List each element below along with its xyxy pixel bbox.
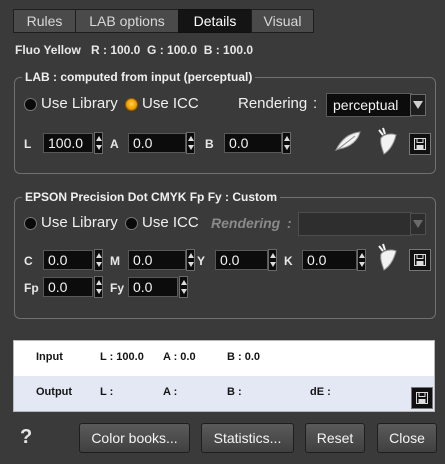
lab-rendering-select[interactable]: perceptual — [326, 93, 412, 117]
lab-b-label: B — [205, 137, 214, 151]
lab-use-icc-radio[interactable] — [125, 98, 138, 111]
cmyk-fp-label: Fp — [24, 281, 39, 295]
help-icon[interactable]: ? — [20, 426, 32, 449]
lab-rendering-colon: : — [313, 95, 318, 112]
output-row: Output L : A : B : dE : — [14, 376, 434, 411]
reset-button[interactable]: Reset — [305, 423, 365, 453]
feather-icon[interactable] — [333, 128, 363, 154]
cmyk-k-stepper[interactable] — [357, 249, 366, 271]
cmyk-group-title: EPSON Precision Dot CMYK Fp Fy : Custom — [22, 190, 281, 204]
lab-rendering-dropdown-button[interactable] — [410, 94, 426, 116]
cmyk-fp-stepper[interactable] — [94, 276, 103, 298]
cmyk-y-stepper[interactable] — [268, 249, 277, 271]
input-row: Input L : 100.0 A : 0.0 B : 0.0 — [14, 341, 434, 376]
cmyk-fy-input[interactable]: 0.0 — [128, 277, 178, 297]
lab-l-label: L — [24, 137, 32, 151]
cmyk-rendering-label: Rendering — [211, 215, 281, 231]
input-a-value: A : 0.0 — [163, 351, 196, 363]
cmyk-use-icc-radio[interactable] — [125, 217, 138, 230]
output-b-value: B : — [227, 386, 242, 398]
cmyk-k-label: K — [284, 254, 293, 268]
result-panel: Input L : 100.0 A : 0.0 B : 0.0 Output L… — [13, 340, 435, 412]
tab-details[interactable]: Details — [178, 9, 252, 33]
cmyk-y-label: Y — [197, 254, 206, 268]
lab-use-library-label: Use Library — [41, 95, 118, 112]
cmyk-m-label: M — [110, 254, 120, 268]
tab-visual[interactable]: Visual — [251, 9, 314, 33]
cmyk-rendering-select[interactable] — [298, 212, 412, 236]
lab-b-stepper[interactable] — [282, 132, 291, 154]
lab-rendering-label: Rendering — [238, 95, 308, 112]
cmyk-m-input[interactable]: 0.0 — [128, 250, 186, 270]
cmyk-c-label: C — [24, 254, 33, 268]
statistics-button[interactable]: Statistics... — [201, 423, 294, 453]
cmyk-m-stepper[interactable] — [186, 249, 195, 271]
lab-a-input[interactable]: 0.0 — [128, 133, 186, 153]
input-row-label: Input — [36, 351, 63, 363]
leaf-picker-icon[interactable] — [374, 126, 398, 156]
lab-group — [14, 77, 436, 174]
cmyk-fy-stepper[interactable] — [179, 276, 188, 298]
cmyk-fp-input[interactable]: 0.0 — [43, 277, 93, 297]
tab-lab-options[interactable]: LAB options — [75, 9, 179, 33]
lab-a-stepper[interactable] — [186, 132, 195, 154]
cmyk-c-input[interactable]: 0.0 — [43, 250, 93, 270]
lab-a-label: A — [110, 137, 119, 151]
cmyk-rendering-colon: : — [287, 215, 292, 231]
lab-l-input[interactable]: 100.0 — [43, 133, 93, 153]
result-save-icon[interactable] — [411, 387, 433, 409]
lab-use-library-radio[interactable] — [24, 98, 37, 111]
color-books-button[interactable]: Color books... — [79, 423, 190, 453]
output-row-label: Output — [36, 386, 73, 398]
cmyk-c-stepper[interactable] — [94, 249, 103, 271]
lab-l-stepper[interactable] — [94, 132, 103, 154]
cmyk-use-icc-label: Use ICC — [142, 214, 199, 231]
color-name: Fluo Yellow — [15, 43, 81, 57]
cmyk-save-icon[interactable] — [409, 249, 431, 271]
lab-group-title: LAB : computed from input (perceptual) — [22, 70, 256, 84]
cmyk-rendering-dropdown-button[interactable] — [410, 213, 426, 235]
cmyk-use-library-label: Use Library — [41, 214, 118, 231]
lab-use-icc-label: Use ICC — [142, 95, 199, 112]
output-de-value: dE : — [310, 386, 331, 398]
output-a-value: A : — [163, 386, 178, 398]
lab-b-input[interactable]: 0.0 — [224, 133, 282, 153]
input-b-value: B : 0.0 — [227, 351, 261, 363]
input-l-value: L : 100.0 — [100, 351, 144, 363]
color-rgb: R : 100.0 G : 100.0 B : 100.0 — [91, 43, 254, 57]
cmyk-k-input[interactable]: 0.0 — [302, 250, 357, 270]
cmyk-use-library-radio[interactable] — [24, 217, 37, 230]
lab-save-icon[interactable] — [409, 133, 431, 155]
tab-rules[interactable]: Rules — [13, 9, 76, 33]
cmyk-leaf-picker-icon[interactable] — [374, 242, 398, 272]
output-l-value: L : — [100, 386, 114, 398]
cmyk-fy-label: Fy — [110, 281, 125, 295]
cmyk-y-input[interactable]: 0.0 — [215, 250, 268, 270]
close-button[interactable]: Close — [377, 423, 437, 453]
